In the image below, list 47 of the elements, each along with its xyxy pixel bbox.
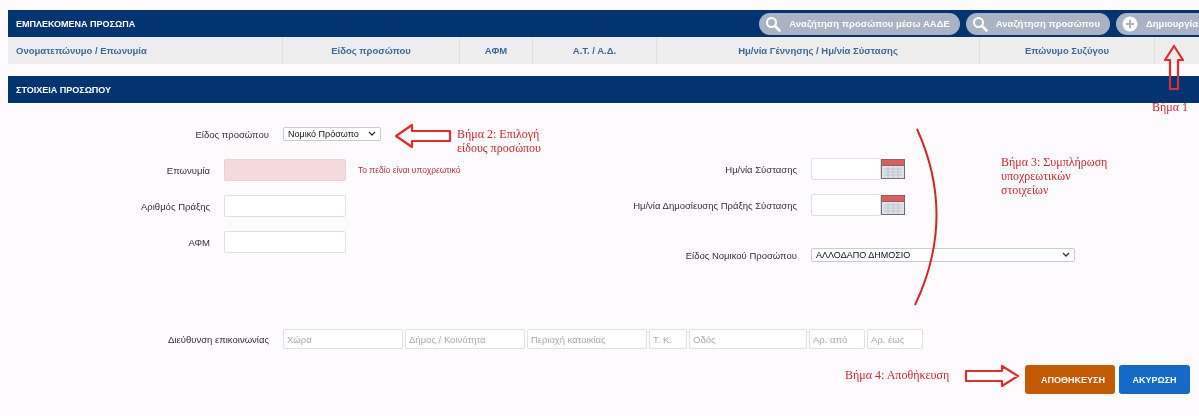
field-label: Επωνυμία	[165, 164, 210, 176]
cancel-button[interactable]: ΑΚΥΡΩΣΗ	[1119, 365, 1190, 394]
address-field[interactable]: Οδός	[689, 329, 807, 349]
field-label: Ημ/νία Σύστασης	[724, 163, 797, 175]
save-button[interactable]: ΑΠΟΘΗΚΕΥΣΗ	[1025, 365, 1115, 394]
column-header: Α.Τ. / Α.Δ.	[533, 37, 657, 64]
select-field[interactable]: ΑΛΛΟΔΑΠΟ ΔΗΜΟΣΙΟ	[811, 248, 1075, 262]
step-annotation: Βήμα 3: Συμπλήρωση υποχρεωτικών στοιχείων	[1001, 155, 1109, 197]
date-field[interactable]	[811, 194, 881, 216]
section-title: ΕΜΠΛΕΚΟΜΕΝΑ ΠΡΟΣΩΠΑ	[16, 18, 136, 29]
calendar-icon[interactable]	[881, 159, 905, 179]
field-label: Ημ/νία Δημοσίευσης Πράξης Σύστασης	[632, 199, 797, 211]
calendar-icon[interactable]	[881, 195, 905, 215]
date-field[interactable]	[811, 158, 881, 180]
search-icon	[971, 15, 988, 32]
field-label: Διεύθυνση επικοινωνίας	[167, 333, 269, 345]
field-label: Αριθμός Πράξης	[140, 200, 210, 212]
step-annotation: Βήμα 1	[1152, 100, 1189, 114]
right-arrow-drawing	[964, 364, 1020, 388]
column-header: Ονοματεπώνυμο / Επωνυμία	[8, 37, 283, 64]
address-field[interactable]: Τ. Κ.	[649, 329, 687, 349]
address-field[interactable]: Αρ. έως	[867, 329, 923, 349]
step-annotation: Βήμα 2: Επιλογή είδους προσώπου	[457, 127, 543, 155]
address-field[interactable]: Αρ. από	[809, 329, 865, 349]
address-field[interactable]: Χώρα	[283, 329, 403, 349]
chevron-icon	[368, 131, 376, 137]
column-header: Είδος προσώπου	[283, 37, 460, 64]
field-label: Είδος προσώπου	[194, 128, 269, 140]
column-header: ΑΦΜ	[460, 37, 533, 64]
text-field[interactable]	[224, 231, 346, 253]
text-field[interactable]	[224, 159, 346, 181]
section-title: ΣΤΟΙΧΕΙΑ ΠΡΟΣΩΠΟΥ	[16, 84, 112, 95]
plus-icon	[1121, 15, 1138, 32]
column-header: Ημ/νία Γέννησης / Ημ/νία Σύστασης	[657, 37, 980, 64]
chevron-icon	[1062, 252, 1070, 258]
field-label: Είδος Νομικού Προσώπου	[684, 249, 797, 261]
text-field[interactable]	[224, 195, 346, 217]
field-label: ΑΦΜ	[187, 236, 210, 248]
address-field[interactable]: Περιοχή κατοικίας	[527, 329, 647, 349]
address-field[interactable]: Δήμος / Κοινότητα	[405, 329, 525, 349]
up-arrow-drawing	[1163, 44, 1185, 92]
error-message: Το πεδίο είναι υποχρεωτικό	[358, 165, 461, 175]
left-arrow-drawing	[394, 123, 452, 149]
column-header: Επώνυμο Συζύγου	[980, 37, 1155, 64]
select-field[interactable]: Νομικό Πρόσωπο	[283, 127, 381, 141]
step-annotation: Βήμα 4: Αποθήκευση	[845, 368, 951, 382]
search-icon	[765, 15, 782, 32]
